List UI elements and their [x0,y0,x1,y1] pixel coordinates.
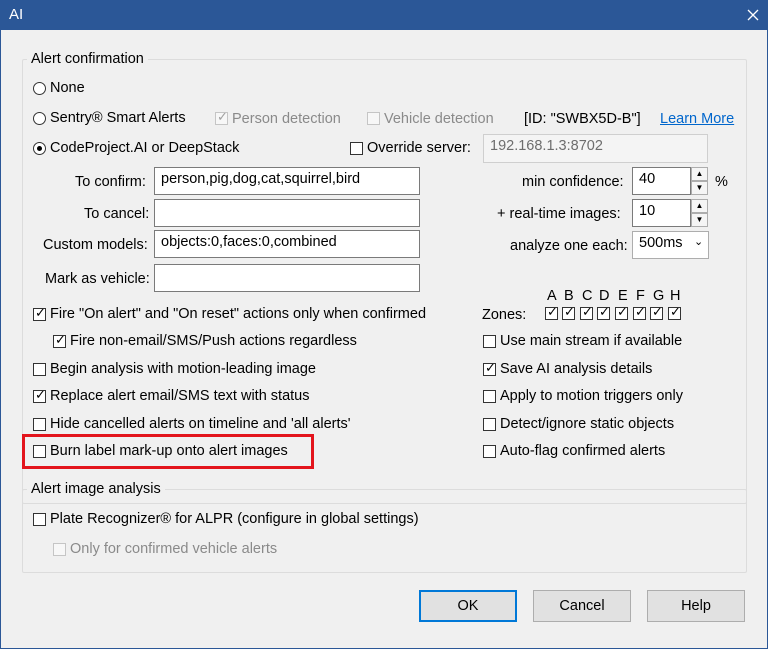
override-server-label: Override server: [367,140,471,156]
realtime-images-field[interactable]: 10 [632,199,691,227]
min-confidence-label: min confidence: [522,174,624,190]
window-title: AI [9,6,24,23]
analyze-each-label: analyze one each: [510,238,628,254]
close-icon [747,9,759,21]
burn-label-label: Burn label mark-up onto alert images [50,443,288,459]
begin-analysis-label: Begin analysis with motion-leading image [50,361,316,377]
vehicle-detection-label: Vehicle detection [384,111,494,127]
zone-f-checkbox[interactable]: ✓ [633,304,646,320]
only-vehicle-checkbox[interactable] [53,543,66,556]
zone-b-checkbox[interactable]: ✓ [562,304,575,320]
zone-letter-c: C [582,288,593,304]
to-confirm-field[interactable]: person,pig,dog,cat,squirrel,bird [154,167,420,195]
cancel-button[interactable]: Cancel [533,590,631,622]
title-bar: AI [0,0,768,30]
detect-static-label: Detect/ignore static objects [500,416,675,432]
zone-letter-d: D [599,288,610,304]
zone-letter-b: B [564,288,574,304]
fire-actions-checkbox[interactable]: ✓ [33,305,46,321]
apply-motion-checkbox[interactable] [483,390,496,403]
to-cancel-field[interactable] [154,199,420,227]
override-server-field[interactable]: 192.168.1.3:8702 [483,134,708,163]
min-confidence-up[interactable]: ▲ [691,167,708,181]
sentry-radio[interactable] [33,112,46,125]
zone-g-checkbox[interactable]: ✓ [650,304,663,320]
chevron-down-icon: ⌄ [694,236,704,248]
replace-alert-checkbox[interactable]: ✓ [33,387,46,403]
detect-static-checkbox[interactable] [483,418,496,431]
plate-recognizer-checkbox[interactable] [33,513,46,526]
close-button[interactable] [738,0,768,30]
only-vehicle-label: Only for confirmed vehicle alerts [70,541,278,557]
fire-nonemail-checkbox[interactable]: ✓ [53,332,66,348]
hide-cancelled-checkbox[interactable] [33,418,46,431]
fire-actions-label: Fire "On alert" and "On reset" actions o… [50,306,427,322]
to-confirm-label: To confirm: [75,174,146,190]
save-ai-label: Save AI analysis details [500,361,653,377]
person-detection-label: Person detection [232,111,341,127]
zone-c-checkbox[interactable]: ✓ [580,304,593,320]
burn-label-checkbox[interactable] [33,445,46,458]
none-label: None [50,80,85,96]
realtime-images-down[interactable]: ▼ [691,213,708,227]
min-confidence-down[interactable]: ▼ [691,181,708,195]
zone-d-checkbox[interactable]: ✓ [597,304,610,320]
realtime-images-label: + real-time images: [497,206,621,222]
sentry-label: Sentry® Smart Alerts [50,110,186,126]
save-ai-checkbox[interactable]: ✓ [483,360,496,376]
plate-recognizer-label: Plate Recognizer® for ALPR (configure in… [50,511,419,527]
id-text: [ID: "SWBX5D-B"] [524,111,641,127]
begin-analysis-checkbox[interactable] [33,363,46,376]
replace-alert-label: Replace alert email/SMS text with status [50,388,310,404]
zone-letter-h: H [670,288,681,304]
codeproject-label: CodeProject.AI or DeepStack [50,140,240,156]
alert-image-analysis-group [22,489,747,573]
custom-models-field[interactable]: objects:0,faces:0,combined [154,230,420,258]
min-confidence-field[interactable]: 40 [632,167,691,195]
zone-letter-e: E [618,288,628,304]
auto-flag-label: Auto-flag confirmed alerts [500,443,666,459]
zones-label: Zones: [482,307,527,323]
percent-label: % [715,174,728,190]
person-detection-checkbox[interactable]: ✓ [215,109,228,125]
hide-cancelled-label: Hide cancelled alerts on timeline and 'a… [50,416,351,432]
main-stream-checkbox[interactable] [483,335,496,348]
apply-motion-label: Apply to motion triggers only [500,388,683,404]
zone-e-checkbox[interactable]: ✓ [615,304,628,320]
codeproject-radio[interactable] [33,142,46,155]
fire-nonemail-label: Fire non-email/SMS/Push actions regardle… [70,333,357,349]
override-server-checkbox[interactable] [350,142,363,155]
alert-image-analysis-legend: Alert image analysis [27,481,165,497]
main-stream-label: Use main stream if available [500,333,683,349]
zone-letter-f: F [636,288,645,304]
to-cancel-label: To cancel: [84,206,150,222]
custom-models-label: Custom models: [43,237,148,253]
none-radio[interactable] [33,82,46,95]
zone-letter-g: G [653,288,665,304]
alert-confirmation-legend: Alert confirmation [27,51,148,67]
analyze-each-select[interactable]: 500ms ⌄ [632,231,709,259]
mark-vehicle-label: Mark as vehicle: [45,271,150,287]
learn-more-link[interactable]: Learn More [660,111,734,127]
zone-letter-a: A [547,288,557,304]
auto-flag-checkbox[interactable] [483,445,496,458]
help-button[interactable]: Help [647,590,745,622]
vehicle-detection-checkbox[interactable] [367,112,380,125]
zone-h-checkbox[interactable]: ✓ [668,304,681,320]
analyze-each-value: 500ms [639,235,683,251]
realtime-images-up[interactable]: ▲ [691,199,708,213]
zone-a-checkbox[interactable]: ✓ [545,304,558,320]
ok-button[interactable]: OK [419,590,517,622]
dialog-body: Alert confirmation None Sentry® Smart Al… [1,30,767,648]
mark-vehicle-field[interactable] [154,264,420,292]
